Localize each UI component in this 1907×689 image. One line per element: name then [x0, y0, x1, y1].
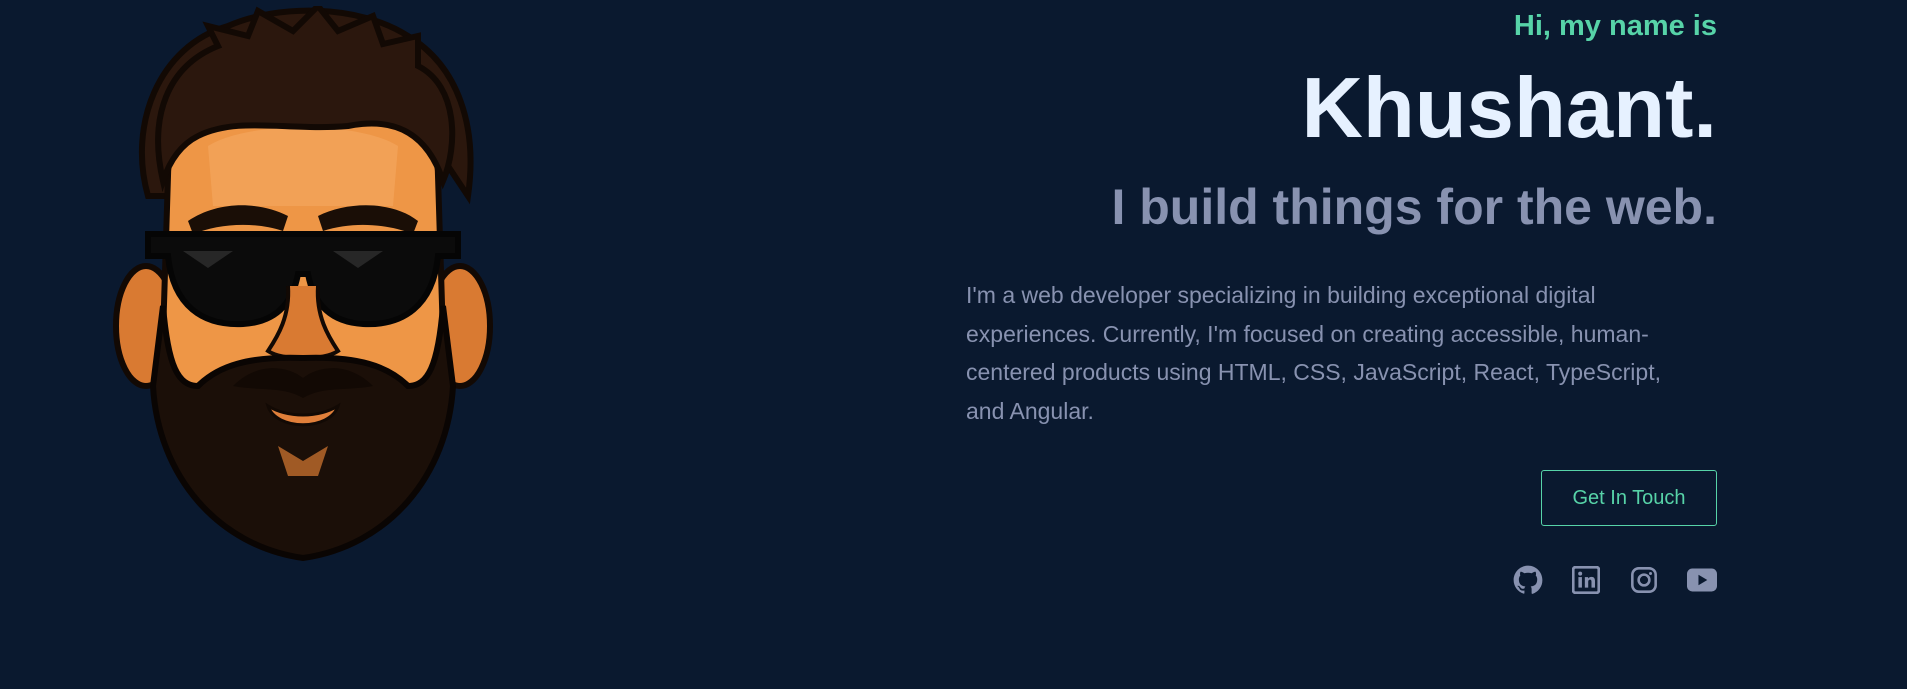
- greeting-text: Hi, my name is: [1513, 10, 1717, 42]
- github-icon: [1513, 565, 1543, 594]
- tagline-heading: I build things for the web.: [1111, 179, 1717, 235]
- hero-page: Hi, my name is Khushant. I build things …: [0, 0, 1907, 689]
- hero-section: Hi, my name is Khushant. I build things …: [966, 0, 1717, 689]
- linkedin-icon: [1572, 566, 1600, 594]
- bio-paragraph: I'm a web developer specializing in buil…: [966, 282, 1661, 424]
- name-heading: Khushant.: [1301, 61, 1717, 156]
- linkedin-link[interactable]: [1571, 565, 1601, 595]
- social-links: [1513, 565, 1717, 595]
- avatar-illustration: [113, 6, 493, 562]
- instagram-link[interactable]: [1629, 565, 1659, 595]
- youtube-icon: [1687, 568, 1717, 592]
- get-in-touch-button[interactable]: Get In Touch: [1541, 470, 1717, 526]
- github-link[interactable]: [1513, 565, 1543, 595]
- youtube-link[interactable]: [1687, 565, 1717, 595]
- instagram-icon: [1631, 567, 1657, 593]
